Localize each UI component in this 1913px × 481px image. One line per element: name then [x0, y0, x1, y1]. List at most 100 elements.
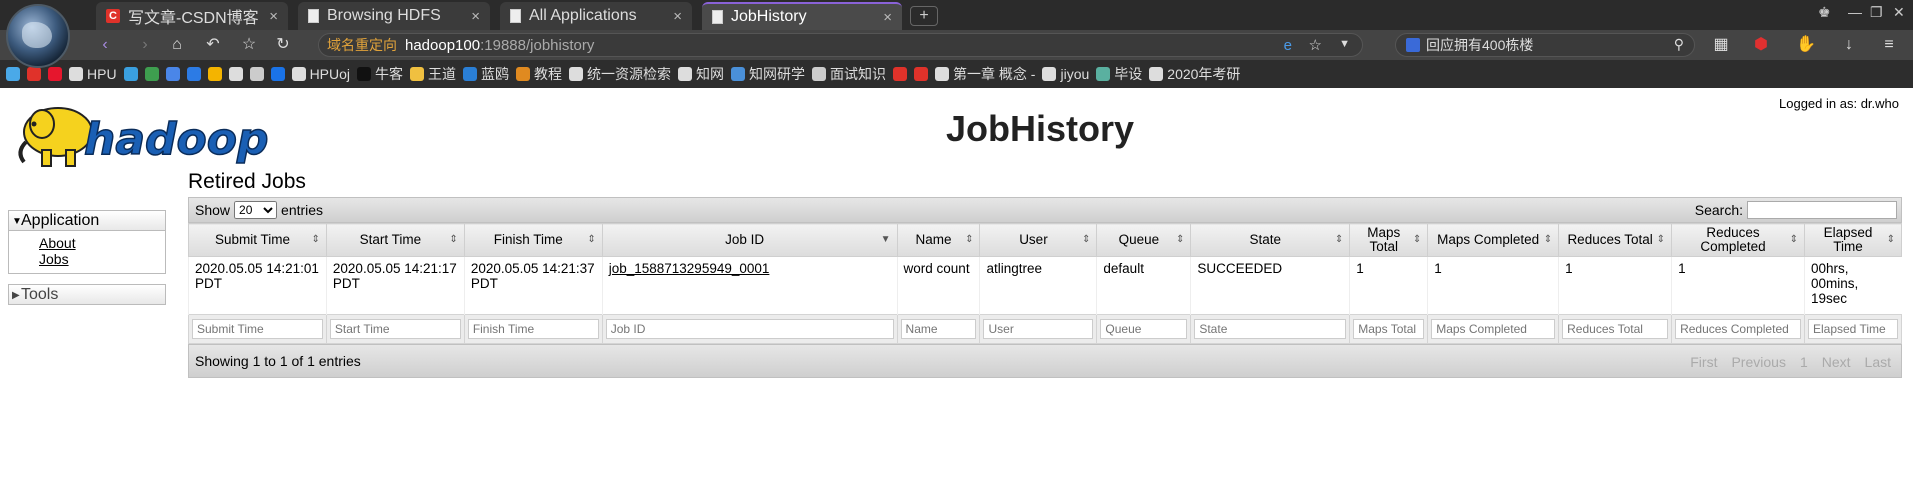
column-header-finish-time[interactable]: Finish Time ⇕ [463, 223, 603, 257]
filter-input-finish-time[interactable] [467, 319, 599, 339]
column-header-state[interactable]: State ⇕ [1190, 223, 1351, 257]
nav-tools-header[interactable]: ▶ Tools [8, 284, 166, 305]
search-label: Search: [1694, 202, 1743, 218]
bookmark-item[interactable]: 牛客 [357, 64, 403, 84]
column-header-reduces-completed[interactable]: Reduces Completed ⇕ [1671, 223, 1805, 257]
column-header-maps-total[interactable]: Maps Total ⇕ [1349, 223, 1429, 257]
column-header-user[interactable]: User ⇕ [979, 223, 1098, 257]
filter-input-user[interactable] [983, 319, 1094, 339]
filter-input-start-time[interactable] [329, 319, 461, 339]
bookmark-rocket[interactable] [228, 67, 243, 81]
bookmark-item[interactable]: 2020年考研 [1149, 64, 1240, 84]
bookmark-item[interactable]: 教程 [516, 64, 562, 84]
skin-icon[interactable]: ♚ [1818, 4, 1831, 21]
bookmark-csdn[interactable] [914, 67, 929, 81]
filter-input-reduces-completed[interactable] [1675, 319, 1801, 339]
filter-input-queue[interactable] [1100, 319, 1188, 339]
bookmark-weibo[interactable] [48, 67, 62, 81]
nav-application-header[interactable]: ▼ Application [8, 210, 166, 231]
reload-icon[interactable]: ↻ [274, 36, 292, 54]
tab-close-icon[interactable]: × [269, 8, 278, 25]
bookmark-item[interactable]: HPU [69, 66, 117, 82]
bookmark-csdn[interactable] [893, 67, 908, 81]
forward-icon[interactable]: › [136, 36, 154, 54]
filter-input-state[interactable] [1194, 319, 1347, 339]
bookmark-item[interactable]: 知网研学 [731, 64, 805, 84]
bookmark-item[interactable]: 王道 [410, 64, 456, 84]
column-header-job-id[interactable]: Job ID ▼ [601, 223, 898, 257]
bookmark-translate2[interactable] [186, 67, 201, 81]
pager-last[interactable]: Last [1865, 354, 1891, 370]
hand-stop-icon[interactable]: ✋ [1796, 36, 1816, 54]
column-header-reduces-total[interactable]: Reduces Total ⇕ [1558, 223, 1673, 257]
bookmark-item[interactable]: 面试知识 [812, 64, 886, 84]
column-header-queue[interactable]: Queue ⇕ [1096, 223, 1192, 257]
column-header-start-time[interactable]: Start Time ⇕ [325, 223, 465, 257]
job-id-link[interactable]: job_1588713295949_0001 [609, 261, 770, 276]
bookmark-item[interactable]: HPUoj [291, 66, 350, 82]
page-size-select[interactable]: 102050100 [234, 201, 278, 219]
tab-jobhistory[interactable]: JobHistory × [702, 2, 902, 30]
bookmark-item[interactable]: 毕设 [1096, 64, 1142, 84]
bookmark-label: 面试知识 [830, 66, 887, 82]
search-bar[interactable]: 回应拥有400栋楼 ⚲ [1395, 33, 1695, 57]
bookmark-item[interactable]: 第一章 概念 - [935, 64, 1035, 84]
apps-grid-icon[interactable]: ▦ [1712, 36, 1730, 54]
pager-1[interactable]: 1 [1800, 354, 1808, 370]
new-tab-button[interactable]: + [910, 6, 938, 26]
bookmark-zhihu[interactable] [270, 67, 285, 81]
gradproj-icon [1096, 67, 1111, 81]
bookmark-github[interactable] [249, 67, 264, 81]
undo-icon[interactable]: ↶ [204, 36, 222, 54]
filter-input-maps-completed[interactable] [1431, 319, 1556, 339]
filter-input-maps-total[interactable] [1353, 319, 1425, 339]
table-search-input[interactable] [1747, 201, 1897, 219]
tab-all-applications[interactable]: All Applications × [500, 2, 692, 30]
nav-link-about[interactable]: About [39, 235, 165, 251]
minimize-icon[interactable]: — [1848, 4, 1862, 20]
tab-csdn[interactable]: C 写文章-CSDN博客 × [96, 2, 288, 30]
restore-icon[interactable]: ❐ [1870, 4, 1883, 21]
tab-close-icon[interactable]: × [471, 8, 480, 25]
bookmark-chart[interactable] [123, 67, 138, 81]
bookmark-item[interactable]: jiyou [1042, 66, 1089, 82]
tab-browsing-hdfs[interactable]: Browsing HDFS × [298, 2, 490, 30]
bookmark-item[interactable]: 统一资源检索 [569, 64, 671, 84]
pager-first[interactable]: First [1690, 354, 1717, 370]
bookmark-app[interactable] [144, 67, 159, 81]
address-bar[interactable]: 域名重定向 hadoop100 :19888/jobhistory e ☆ ▼ [318, 33, 1363, 57]
column-header-maps-completed[interactable]: Maps Completed ⇕ [1427, 223, 1560, 257]
bookmark-bilibili[interactable] [6, 67, 20, 81]
nav-link-jobs[interactable]: Jobs [39, 251, 165, 267]
filter-input-name[interactable] [900, 319, 977, 339]
pager-next[interactable]: Next [1822, 354, 1851, 370]
bookmark-qq[interactable] [207, 67, 222, 81]
filter-input-job-id[interactable] [605, 319, 894, 339]
filter-input-reduces-total[interactable] [1562, 319, 1669, 339]
home-icon[interactable]: ⌂ [168, 36, 186, 54]
column-header-elapsed-time[interactable]: Elapsed Time ⇕ [1803, 223, 1903, 257]
column-header-name[interactable]: Name ⇕ [896, 223, 981, 257]
column-header-submit-time[interactable]: Submit Time ⇕ [188, 223, 327, 257]
bookmark-translate[interactable] [165, 67, 180, 81]
filter-input-elapsed-time[interactable] [1807, 319, 1898, 339]
adblock-icon[interactable]: ⬢ [1752, 36, 1770, 54]
back-icon[interactable]: ‹ [96, 36, 114, 54]
tab-close-icon[interactable]: × [883, 9, 892, 26]
bookmark-star-icon[interactable]: ☆ [1309, 36, 1322, 54]
search-icon[interactable]: ⚲ [1674, 36, 1684, 53]
download-icon[interactable]: ↓ [1840, 36, 1858, 54]
ie-mode-icon[interactable]: e [1284, 37, 1292, 54]
star-icon[interactable]: ☆ [240, 36, 258, 54]
bookmark-item[interactable]: 知网 [678, 64, 724, 84]
browser-logo-icon[interactable] [6, 4, 70, 68]
dropdown-icon[interactable]: ▼ [1339, 38, 1350, 50]
bookmark-csdn[interactable] [27, 67, 41, 81]
table-cell: word count [896, 256, 980, 315]
tab-close-icon[interactable]: × [673, 8, 682, 25]
bookmark-item[interactable]: 蓝鸥 [463, 64, 509, 84]
pager-previous[interactable]: Previous [1731, 354, 1785, 370]
close-window-icon[interactable]: ✕ [1893, 4, 1905, 21]
filter-input-submit-time[interactable] [192, 319, 323, 339]
menu-icon[interactable]: ≡ [1880, 36, 1898, 54]
